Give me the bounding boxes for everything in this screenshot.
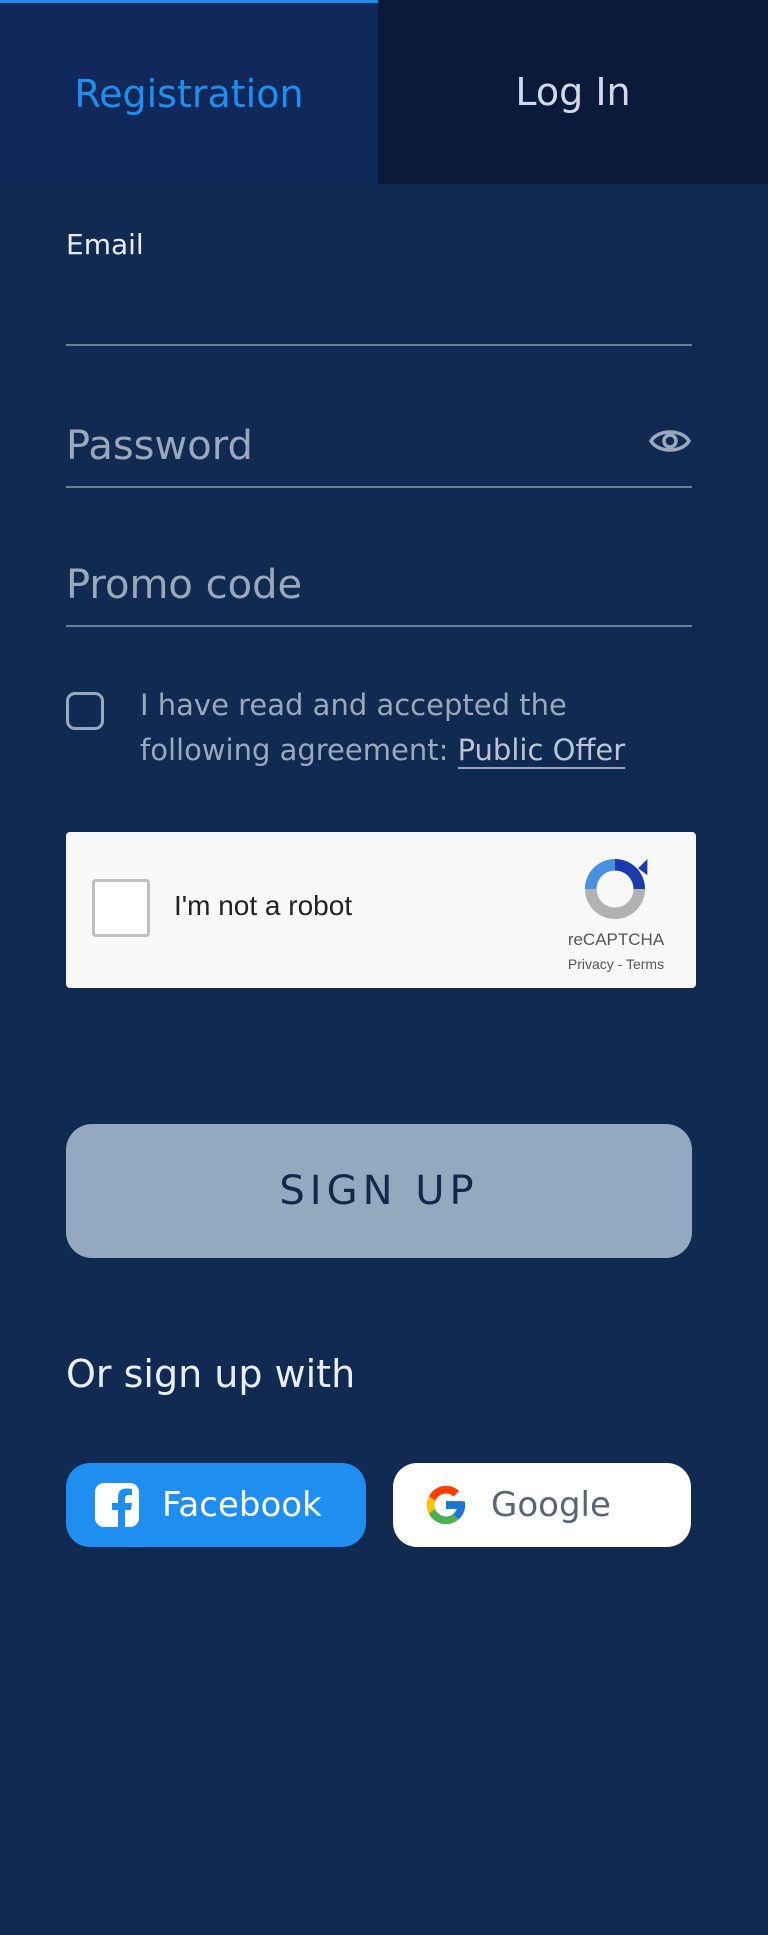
- registration-page: Registration Log In Email I have read an…: [0, 0, 768, 1935]
- facebook-button[interactable]: Facebook: [66, 1463, 366, 1547]
- facebook-icon: [95, 1483, 139, 1528]
- eye-icon[interactable]: [648, 423, 692, 459]
- recaptcha-checkbox[interactable]: [92, 879, 150, 937]
- sign-up-button[interactable]: SIGN UP: [66, 1124, 692, 1258]
- tab-registration[interactable]: Registration: [0, 0, 378, 184]
- google-button[interactable]: Google: [393, 1463, 691, 1547]
- public-offer-link[interactable]: Public Offer: [457, 733, 626, 769]
- auth-tabs: Registration Log In: [0, 0, 768, 184]
- facebook-label: Facebook: [162, 1485, 322, 1525]
- recaptcha-label: I'm not a robot: [174, 890, 353, 921]
- email-field[interactable]: [66, 292, 692, 346]
- social-heading: Or sign up with: [66, 1352, 356, 1396]
- password-field[interactable]: [66, 405, 692, 488]
- agreement-checkbox[interactable]: [66, 692, 104, 730]
- google-label: Google: [491, 1485, 611, 1525]
- agreement-text: I have read and accepted the following a…: [140, 683, 700, 773]
- recaptcha-widget: I'm not a robot reCAPTCHA Privacy - Term…: [66, 832, 696, 988]
- email-label: Email: [66, 228, 144, 261]
- recaptcha-links[interactable]: Privacy - Terms: [542, 956, 690, 972]
- recaptcha-brand: reCAPTCHA: [567, 930, 665, 949]
- google-icon: [426, 1485, 466, 1525]
- promo-code-field[interactable]: [66, 545, 692, 627]
- recaptcha-icon: [584, 858, 648, 920]
- tab-login[interactable]: Log In: [378, 0, 768, 184]
